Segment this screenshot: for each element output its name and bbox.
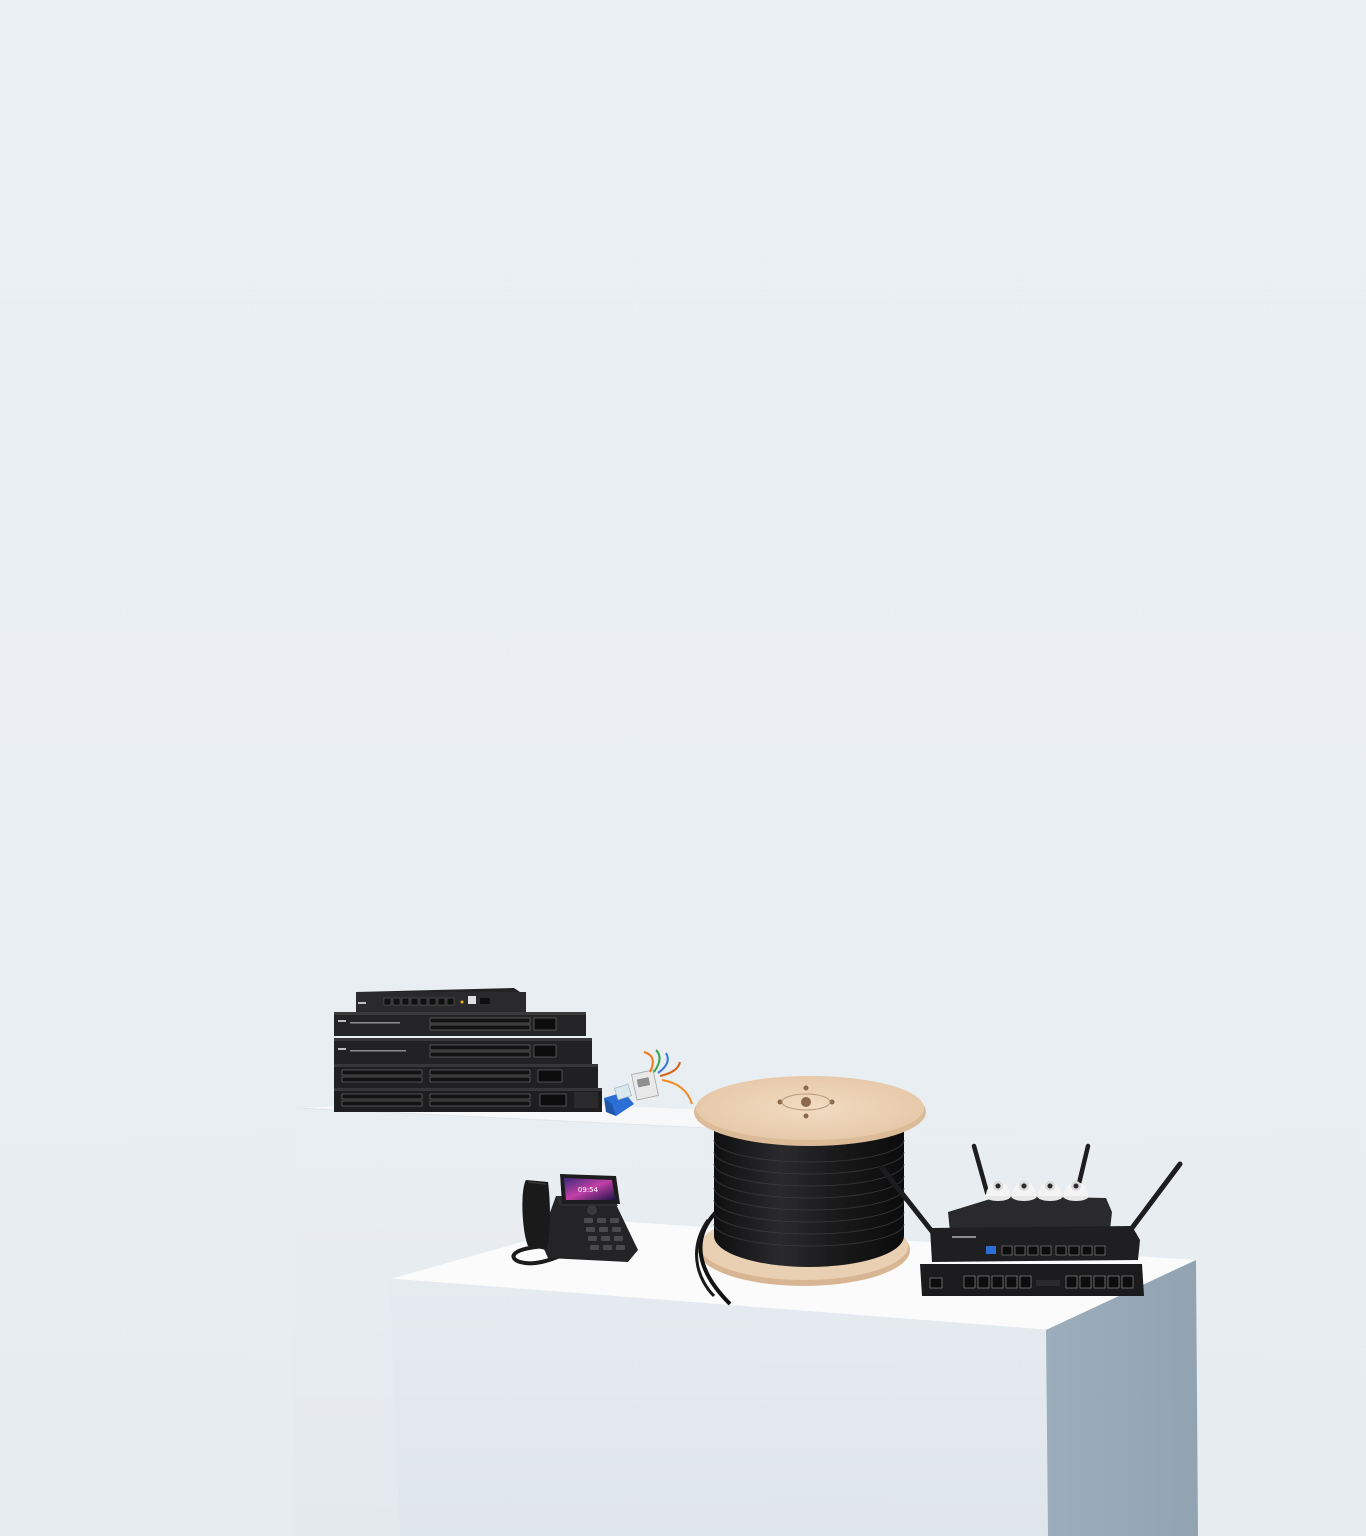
rj45-connectors bbox=[604, 1049, 693, 1116]
switch-1u-c bbox=[334, 1064, 598, 1088]
dome-camera bbox=[1011, 1181, 1037, 1201]
wireless-router bbox=[879, 1143, 1183, 1296]
phone-screen-time: 09:54 bbox=[578, 1186, 599, 1194]
cable-reel bbox=[694, 1076, 926, 1306]
switch-1u-b bbox=[334, 1038, 592, 1064]
dome-camera bbox=[985, 1181, 1011, 1201]
switch-1u-d bbox=[334, 1088, 602, 1112]
dome-camera bbox=[1037, 1181, 1063, 1201]
network-switch-stack bbox=[334, 988, 602, 1112]
scene-illustration: 09:54 bbox=[292, 988, 1198, 1536]
product-scene: 09:54 bbox=[0, 0, 1366, 1536]
switch-small bbox=[356, 988, 526, 1014]
switch-1u-a bbox=[334, 1012, 586, 1036]
dome-camera bbox=[1063, 1181, 1089, 1201]
